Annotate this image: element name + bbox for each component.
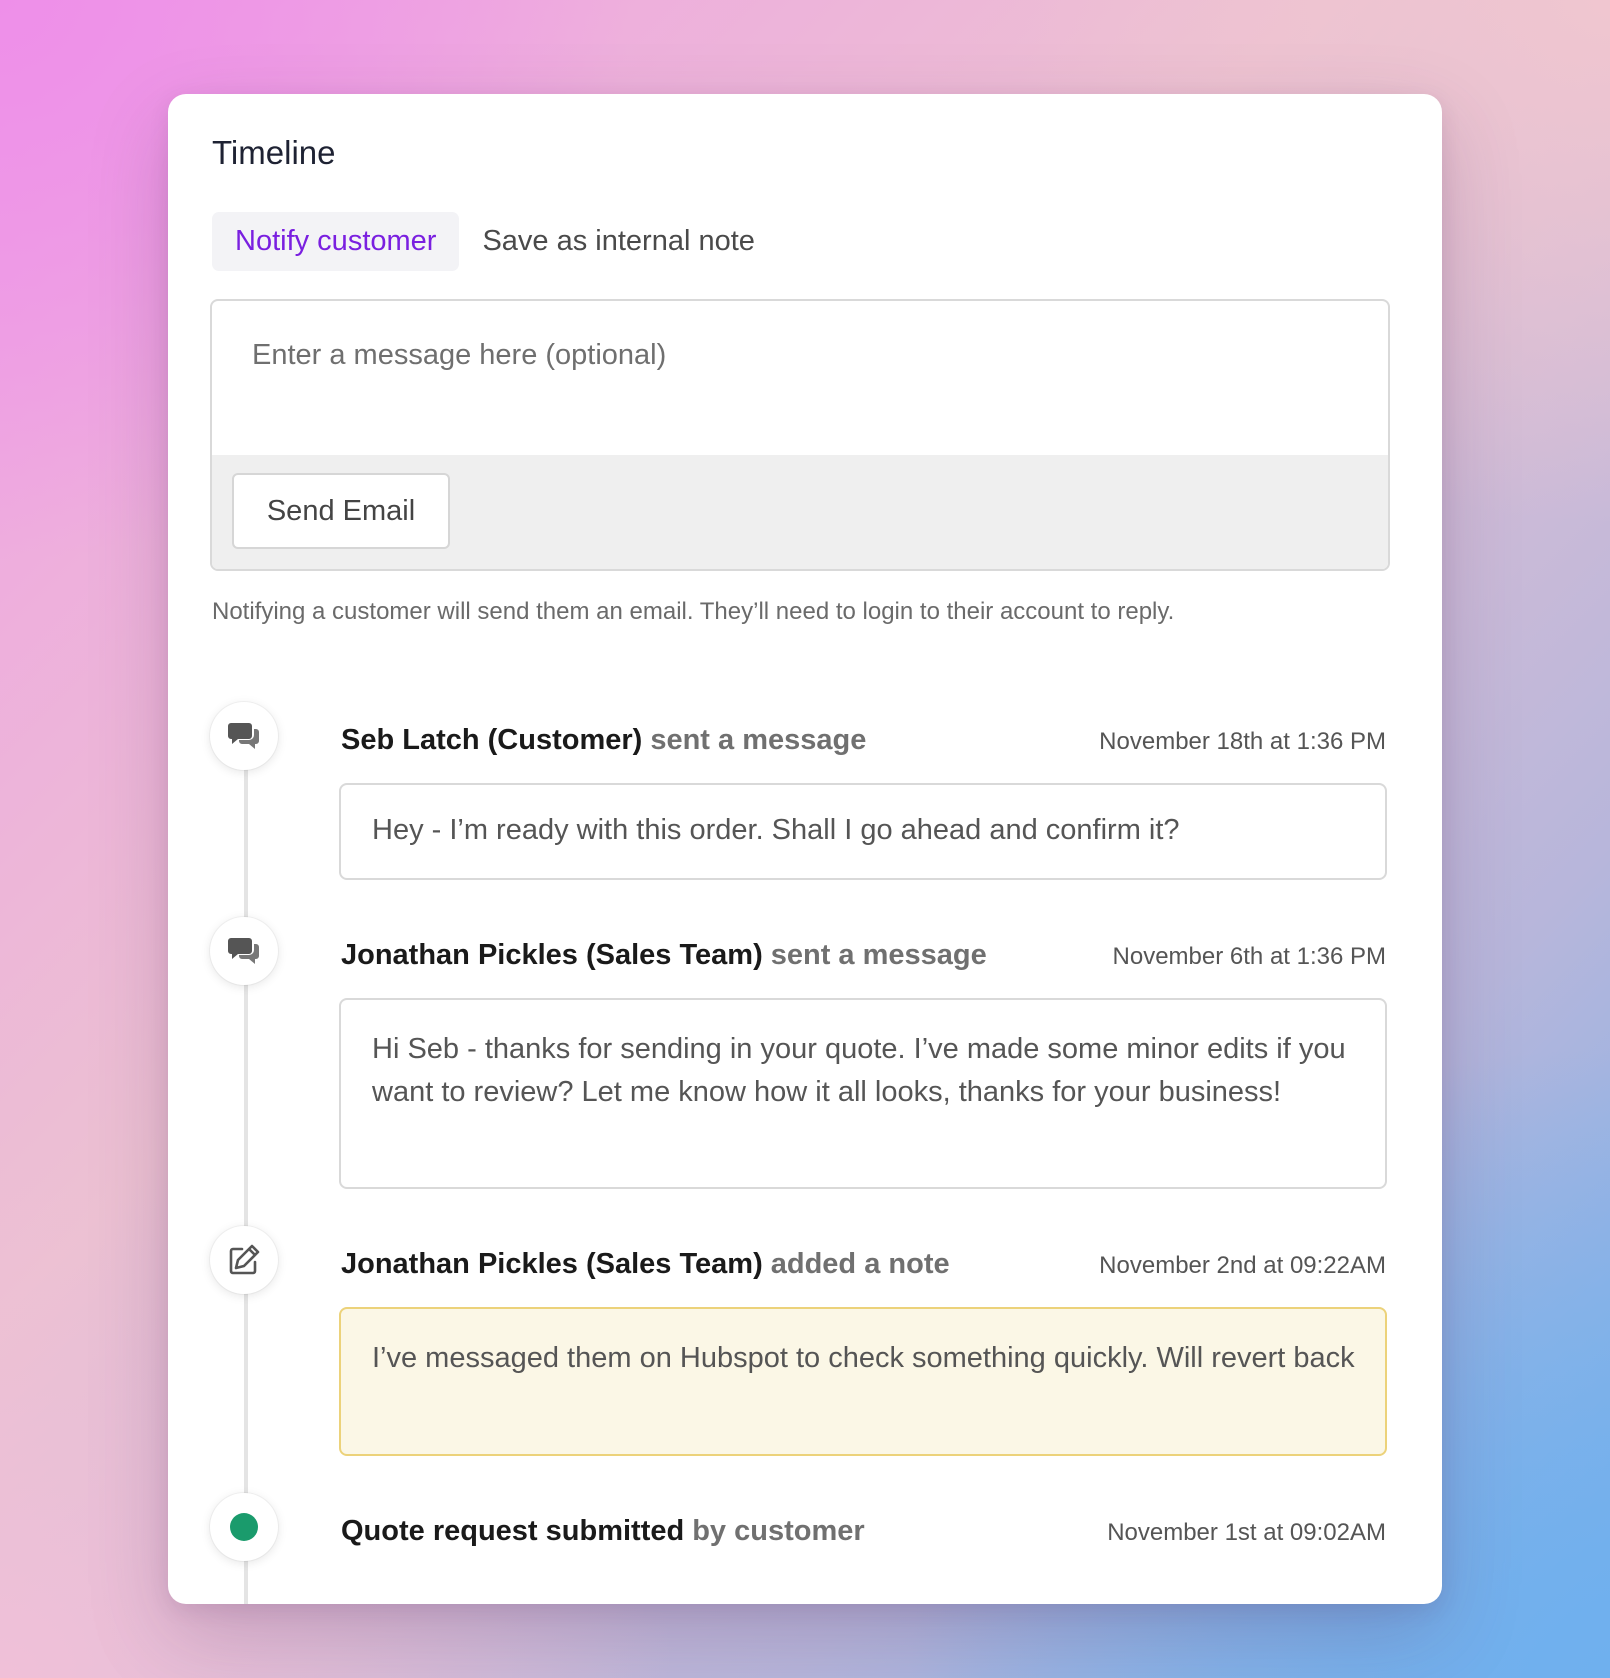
chat-bubbles-icon: [210, 917, 278, 985]
composer-footer: Send Email: [212, 455, 1388, 569]
event-timestamp: November 1st at 09:02AM: [1107, 1519, 1386, 1546]
chat-bubbles-icon: [210, 702, 278, 770]
message-input[interactable]: [212, 301, 1388, 455]
event-timestamp: November 18th at 1:36 PM: [1099, 728, 1386, 755]
status-dot-icon: [210, 1493, 278, 1561]
event-action: by customer: [692, 1515, 865, 1547]
event-actor: Jonathan Pickles (Sales Team): [341, 1248, 763, 1280]
event-header: Quote request submitted by customer Novem…: [341, 1515, 1386, 1548]
timeline-line: [244, 742, 248, 1604]
event-actor: Quote request submitted: [341, 1515, 685, 1547]
event-message: Hey - I’m ready with this order. Shall I…: [339, 783, 1387, 880]
page-title: Timeline: [212, 134, 336, 171]
notify-hint-text: Notifying a customer will send them an e…: [212, 598, 1175, 625]
tab-save-internal-note[interactable]: Save as internal note: [459, 212, 777, 271]
tab-bar: Notify customer Save as internal note: [212, 212, 778, 271]
message-composer: Send Email: [210, 299, 1390, 571]
event-message: Hi Seb - thanks for sending in your quot…: [339, 998, 1387, 1189]
event-actor: Jonathan Pickles (Sales Team): [341, 939, 763, 971]
edit-note-icon: [210, 1226, 278, 1294]
event-action: sent a message: [770, 939, 987, 971]
event-action: added a note: [770, 1248, 950, 1280]
event-header: Jonathan Pickles (Sales Team) added a not…: [341, 1248, 1386, 1281]
internal-note: I’ve messaged them on Hubspot to check s…: [339, 1307, 1387, 1456]
event-header: Jonathan Pickles (Sales Team) sent a mess…: [341, 939, 1386, 972]
event-action: sent a message: [650, 724, 867, 756]
tab-notify-customer[interactable]: Notify customer: [212, 212, 460, 271]
event-timestamp: November 6th at 1:36 PM: [1112, 943, 1386, 970]
timeline-card: Timeline Notify customer Save as interna…: [168, 94, 1442, 1604]
event-timestamp: November 2nd at 09:22AM: [1099, 1252, 1386, 1279]
event-actor: Seb Latch (Customer): [341, 724, 643, 756]
send-email-button[interactable]: Send Email: [232, 473, 450, 549]
event-header: Seb Latch (Customer) sent a message Novem…: [341, 724, 1386, 757]
